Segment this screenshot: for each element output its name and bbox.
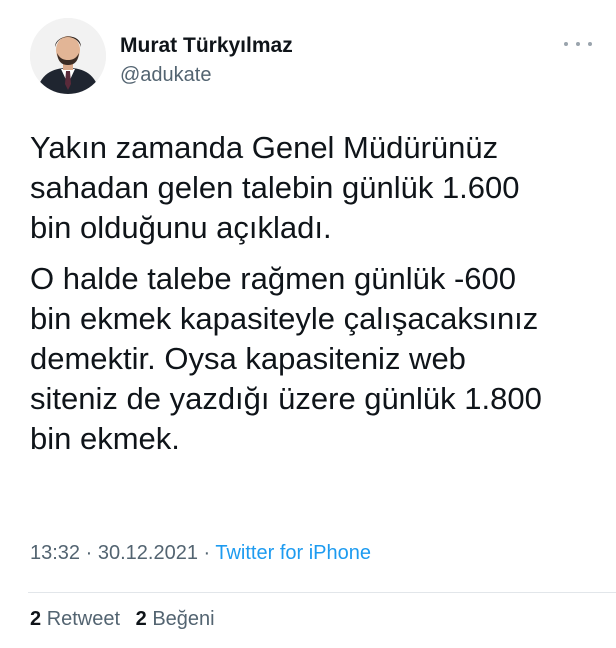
like-label: Beğeni xyxy=(152,608,215,630)
author-handle[interactable]: @adukate xyxy=(120,64,211,87)
avatar[interactable] xyxy=(30,18,106,94)
profile-photo xyxy=(30,18,106,94)
meta-separator: · xyxy=(80,542,98,564)
tweet-meta: 13:32 · 30.12.2021 · Twitter for iPhone xyxy=(30,542,371,565)
tweet-paragraph-2: O halde talebe rağmen günlük -600 bin ek… xyxy=(30,261,542,456)
dot xyxy=(576,42,580,46)
more-options-icon[interactable] xyxy=(564,36,592,52)
tweet-text: Yakın zamanda Genel Müdürünüz sahadan ge… xyxy=(30,128,590,470)
dot xyxy=(564,42,568,46)
like-stat[interactable]: 2 Beğeni xyxy=(136,608,215,630)
tweet-time[interactable]: 13:32 xyxy=(30,542,80,564)
retweet-label: Retweet xyxy=(46,608,121,630)
meta-separator: · xyxy=(197,542,216,564)
like-count: 2 xyxy=(135,608,147,630)
retweet-stat[interactable]: 2 Retweet xyxy=(30,608,120,630)
divider xyxy=(28,592,616,593)
author-name[interactable]: Murat Türkyılmaz xyxy=(120,34,293,58)
tweet-date[interactable]: 30.12.2021 xyxy=(98,542,198,564)
tweet-card: Murat Türkyılmaz @adukate Yakın zamanda … xyxy=(0,0,616,648)
dot xyxy=(588,42,592,46)
tweet-paragraph-1: Yakın zamanda Genel Müdürünüz sahadan ge… xyxy=(30,130,520,245)
tweet-stats: 2 Retweet 2 Beğeni xyxy=(30,608,225,631)
tweet-source-link[interactable]: Twitter for iPhone xyxy=(215,542,371,564)
retweet-count: 2 xyxy=(30,608,42,630)
